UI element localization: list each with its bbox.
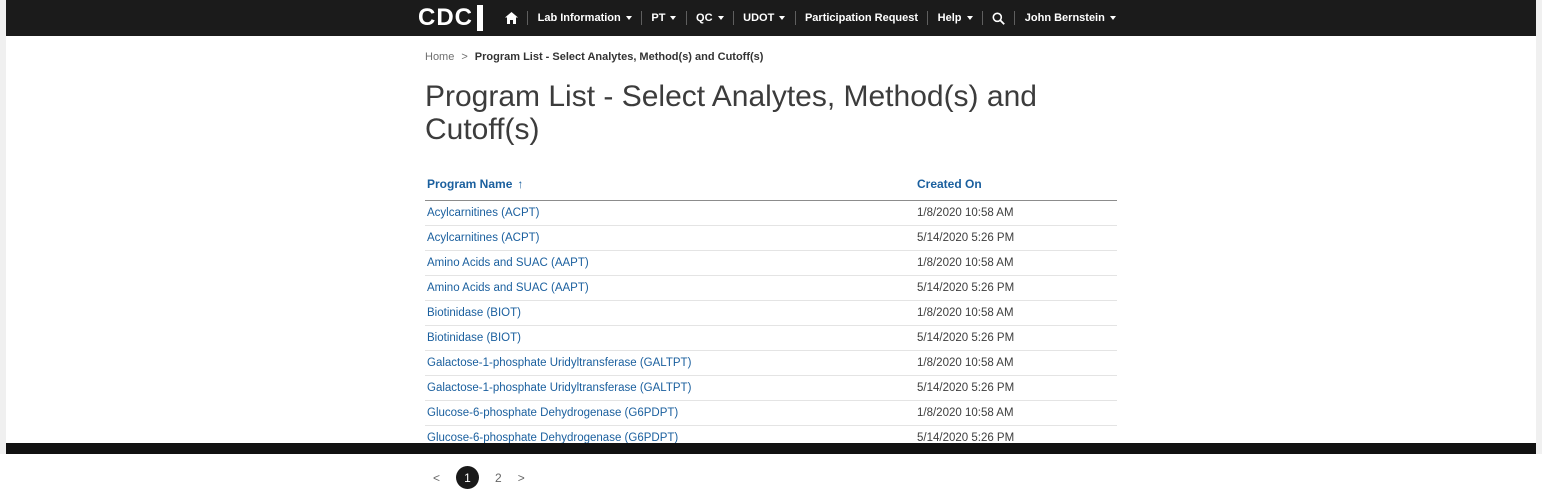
user-menu[interactable]: John Bernstein xyxy=(1017,12,1124,24)
created-on-cell: 1/8/2020 10:58 AM xyxy=(915,401,1117,426)
table-row: Galactose-1-phosphate Uridyltransferase … xyxy=(425,351,1117,376)
table-row: Galactose-1-phosphate Uridyltransferase … xyxy=(425,376,1117,401)
table-row: Acylcarnitines (ACPT) 1/8/2020 10:58 AM xyxy=(425,201,1117,226)
program-table: Program Name Created On Acylcarnitines (… xyxy=(425,173,1117,451)
main-content: Home > Program List - Select Analytes, M… xyxy=(425,51,1117,489)
created-on-cell: 1/8/2020 10:58 AM xyxy=(915,301,1117,326)
chevron-down-icon xyxy=(670,16,676,20)
nav-divider xyxy=(686,11,687,25)
nav-divider xyxy=(795,11,796,25)
navbar-inner: CDC Lab Information PT QC UDOT Participa… xyxy=(418,0,1124,36)
nav-udot[interactable]: UDOT xyxy=(735,12,793,24)
column-header-created-on-label: Created On xyxy=(917,177,982,191)
pagination-page-1[interactable]: 1 xyxy=(456,466,479,489)
program-link[interactable]: Amino Acids and SUAC (AAPT) xyxy=(427,257,589,269)
nav-divider xyxy=(982,11,983,25)
chevron-down-icon xyxy=(967,16,973,20)
table-row: Acylcarnitines (ACPT) 5/14/2020 5:26 PM xyxy=(425,226,1117,251)
nav-lab-information-label: Lab Information xyxy=(538,12,621,24)
program-link[interactable]: Biotinidase (BIOT) xyxy=(427,307,521,319)
created-on-cell: 5/14/2020 5:26 PM xyxy=(915,226,1117,251)
nav-divider xyxy=(1014,11,1015,25)
chevron-down-icon xyxy=(718,16,724,20)
search-icon xyxy=(992,12,1005,25)
breadcrumb-home-link[interactable]: Home xyxy=(425,51,454,63)
nav-divider xyxy=(641,11,642,25)
chevron-down-icon xyxy=(779,16,785,20)
breadcrumb-separator: > xyxy=(461,51,467,63)
pagination-next[interactable]: > xyxy=(518,471,525,485)
table-row: Biotinidase (BIOT) 5/14/2020 5:26 PM xyxy=(425,326,1117,351)
nav-divider xyxy=(927,11,928,25)
cdc-logo-bar xyxy=(477,5,483,31)
program-link[interactable]: Biotinidase (BIOT) xyxy=(427,332,521,344)
program-link[interactable]: Galactose-1-phosphate Uridyltransferase … xyxy=(427,357,691,369)
top-navbar: CDC Lab Information PT QC UDOT Participa… xyxy=(6,0,1536,36)
page-title: Program List - Select Analytes, Method(s… xyxy=(425,80,1117,146)
program-link[interactable]: Glucose-6-phosphate Dehydrogenase (G6PDP… xyxy=(427,407,678,419)
table-row: Glucose-6-phosphate Dehydrogenase (G6PDP… xyxy=(425,401,1117,426)
user-menu-label: John Bernstein xyxy=(1025,12,1105,24)
table-row: Biotinidase (BIOT) 1/8/2020 10:58 AM xyxy=(425,301,1117,326)
table-row: Amino Acids and SUAC (AAPT) 5/14/2020 5:… xyxy=(425,276,1117,301)
breadcrumb-current: Program List - Select Analytes, Method(s… xyxy=(475,51,764,63)
cdc-logo[interactable]: CDC xyxy=(418,5,483,31)
sort-asc-icon xyxy=(517,177,523,191)
created-on-cell: 1/8/2020 10:58 AM xyxy=(915,251,1117,276)
footer-bar xyxy=(6,443,1536,454)
nav-help-label: Help xyxy=(938,12,962,24)
nav-pt[interactable]: PT xyxy=(643,12,684,24)
nav-participation-request-label: Participation Request xyxy=(805,12,918,24)
chevron-down-icon xyxy=(1110,16,1116,20)
nav-divider xyxy=(527,11,528,25)
nav-pt-label: PT xyxy=(651,12,665,24)
search-button[interactable] xyxy=(984,12,1013,25)
table-header-row: Program Name Created On xyxy=(425,173,1117,201)
nav-lab-information[interactable]: Lab Information xyxy=(530,12,640,24)
home-icon xyxy=(505,12,518,24)
home-nav-button[interactable] xyxy=(497,12,526,24)
breadcrumb: Home > Program List - Select Analytes, M… xyxy=(425,51,1117,63)
column-header-created-on[interactable]: Created On xyxy=(915,173,1117,201)
created-on-cell: 5/14/2020 5:26 PM xyxy=(915,326,1117,351)
program-link[interactable]: Acylcarnitines (ACPT) xyxy=(427,232,539,244)
table-row: Amino Acids and SUAC (AAPT) 1/8/2020 10:… xyxy=(425,251,1117,276)
created-on-cell: 1/8/2020 10:58 AM xyxy=(915,351,1117,376)
nav-participation-request[interactable]: Participation Request xyxy=(797,12,926,24)
created-on-cell: 1/8/2020 10:58 AM xyxy=(915,201,1117,226)
chevron-down-icon xyxy=(626,16,632,20)
nav-qc-label: QC xyxy=(696,12,713,24)
nav-udot-label: UDOT xyxy=(743,12,774,24)
nav-qc[interactable]: QC xyxy=(688,12,732,24)
pagination: < 1 2 > xyxy=(425,466,1117,489)
main-nav: Lab Information PT QC UDOT Participation… xyxy=(497,11,1124,25)
column-header-program-name[interactable]: Program Name xyxy=(425,173,915,201)
pagination-prev[interactable]: < xyxy=(433,471,440,485)
created-on-cell: 5/14/2020 5:26 PM xyxy=(915,276,1117,301)
nav-help[interactable]: Help xyxy=(930,12,981,24)
column-header-program-name-label: Program Name xyxy=(427,177,512,191)
program-link[interactable]: Acylcarnitines (ACPT) xyxy=(427,207,539,219)
nav-divider xyxy=(733,11,734,25)
cdc-logo-text: CDC xyxy=(418,6,473,30)
created-on-cell: 5/14/2020 5:26 PM xyxy=(915,376,1117,401)
pagination-page-2[interactable]: 2 xyxy=(495,471,502,485)
program-link[interactable]: Galactose-1-phosphate Uridyltransferase … xyxy=(427,382,691,394)
program-link[interactable]: Amino Acids and SUAC (AAPT) xyxy=(427,282,589,294)
